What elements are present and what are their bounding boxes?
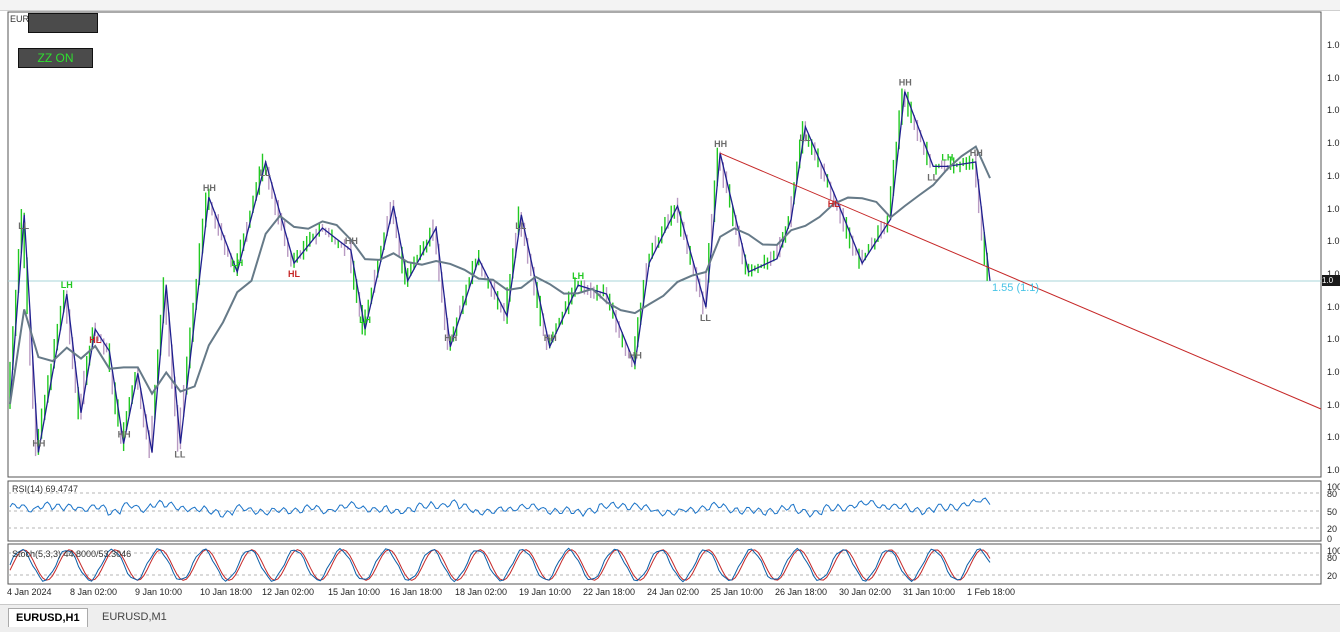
- time-tick-label: 31 Jan 10:00: [903, 587, 956, 597]
- time-tick-label: 10 Jan 18:00: [200, 587, 253, 597]
- time-tick-label: 1 Feb 18:00: [967, 587, 1016, 597]
- rsi-level-20: 20: [1327, 524, 1338, 534]
- swing-label-ll: LL: [700, 313, 711, 323]
- time-tick-label: 16 Jan 18:00: [390, 587, 443, 597]
- main-panel: [7, 11, 1322, 478]
- tab-eurusd-h1[interactable]: EURUSD,H1: [8, 608, 88, 627]
- price-tick-label: 1.0: [1327, 399, 1340, 410]
- time-tick-label: 18 Jan 02:00: [455, 587, 508, 597]
- time-tick-label: 24 Jan 02:00: [647, 587, 700, 597]
- swing-label-hh: HH: [203, 183, 216, 193]
- time-tick-label: 26 Jan 18:00: [775, 587, 828, 597]
- price-tick-label: 1.0: [1327, 334, 1340, 345]
- price-tick-label: 1.0: [1327, 268, 1340, 279]
- swing-label-lh: LH: [61, 280, 73, 290]
- swing-label-hl: HL: [288, 269, 300, 279]
- swing-label-ll: LL: [174, 450, 185, 460]
- price-tick-label: 1.0: [1327, 465, 1340, 476]
- swing-label-hh: HH: [444, 333, 457, 343]
- price-tick-label: 1.0: [1327, 203, 1340, 214]
- swing-label-lh: LH: [231, 258, 243, 268]
- swing-label-hh: HH: [345, 236, 358, 246]
- time-tick-label: 12 Jan 02:00: [262, 587, 315, 597]
- swing-label-ll: LL: [927, 172, 938, 182]
- rsi-indicator-label: RSI(14) 69.4747: [12, 484, 79, 494]
- swing-label-lh: LH: [572, 271, 584, 281]
- swing-label-ll: LL: [799, 133, 810, 143]
- button-1[interactable]: [28, 13, 98, 33]
- swing-label-ll: LL: [260, 168, 271, 178]
- rsi-level-80: 80: [1327, 489, 1338, 499]
- swing-label-hh: HH: [544, 333, 557, 343]
- swing-label-lh: LH: [359, 315, 371, 325]
- swing-label-hh: HH: [629, 350, 642, 360]
- price-tick-label: 1.0: [1327, 432, 1340, 443]
- price-tick-label: 1.0: [1327, 170, 1340, 181]
- swing-label-hh: HH: [970, 148, 983, 158]
- time-tick-label: 22 Jan 18:00: [583, 587, 636, 597]
- stoch-level-80: 80: [1327, 553, 1338, 563]
- swing-label-lh: LH: [941, 152, 953, 162]
- time-tick-label: 19 Jan 10:00: [519, 587, 572, 597]
- price-tick-label: 1.0: [1327, 301, 1340, 312]
- time-tick-label: 30 Jan 02:00: [839, 587, 892, 597]
- swing-label-ll: LL: [18, 221, 29, 231]
- zigzag-toggle-button[interactable]: ZZ ON: [18, 48, 93, 68]
- price-chart[interactable]: HHLHLLHHHLLLHHLHLLHLHHLHHHLLHHLHHHLLHHLL…: [0, 0, 1340, 604]
- time-tick-label: 9 Jan 10:00: [135, 587, 183, 597]
- stoch-level-20: 20: [1327, 571, 1338, 581]
- time-tick-label: 8 Jan 02:00: [70, 587, 118, 597]
- swing-label-hl: HL: [828, 199, 840, 209]
- chart-tabs-bar: EURUSD,H1 EURUSD,M1: [0, 604, 1340, 632]
- swing-label-hh: HH: [899, 78, 912, 88]
- price-tick-label: 1.0: [1327, 138, 1340, 149]
- time-tick-label: 25 Jan 10:00: [711, 587, 764, 597]
- swing-label-hh: HH: [32, 438, 45, 448]
- stoch-indicator-label: Stoch(5,3,3) 44.8000/53.3046: [12, 549, 132, 559]
- rsi-level-50: 50: [1327, 507, 1338, 517]
- price-tick-label: 1.0: [1327, 236, 1340, 247]
- price-tick-label: 1.0: [1327, 105, 1340, 116]
- time-tick-label: 4 Jan 2024: [7, 587, 52, 597]
- swing-label-ll: LL: [515, 221, 526, 231]
- price-tick-label: 1.0: [1327, 367, 1340, 377]
- swing-label-hh: HH: [118, 430, 131, 440]
- rsi-level-0: 0: [1327, 534, 1333, 544]
- fibonacci-level-label: 1.55 (1.1): [992, 282, 1040, 294]
- time-tick-label: 15 Jan 10:00: [328, 587, 381, 597]
- tab-eurusd-m1[interactable]: EURUSD,M1: [95, 608, 174, 626]
- swing-label-hh: HH: [714, 139, 727, 149]
- swing-label-hl: HL: [89, 335, 101, 345]
- price-tick-label: 1.0: [1327, 40, 1340, 50]
- price-tick-label: 1.0: [1327, 72, 1340, 83]
